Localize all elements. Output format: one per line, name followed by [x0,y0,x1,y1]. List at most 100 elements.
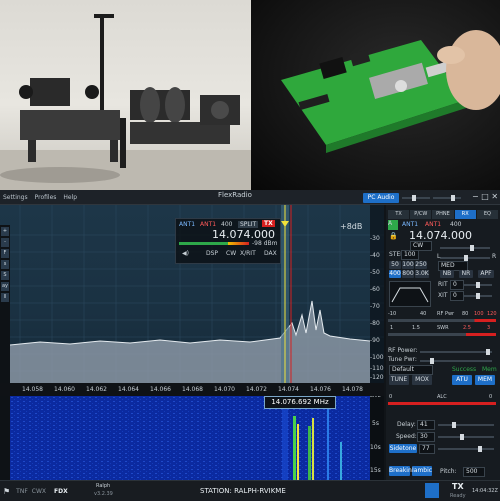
cw-delay-slider[interactable] [438,422,494,428]
swr-scale-1-5: 1.5 [412,325,420,331]
vfo-dax-button[interactable]: DAX [264,250,277,257]
mox-button[interactable]: MOX [412,375,432,385]
freq-tick: 14.062 [86,386,107,393]
pc-audio-volume-slider[interactable] [402,195,430,201]
atu-button[interactable]: ATU [452,375,472,385]
iambic-button[interactable]: Iambic [412,466,432,476]
status-fdx[interactable]: FDX [54,488,68,495]
vfo-dsp-button[interactable]: DSP [206,250,218,257]
filter-50-button[interactable]: 50 [389,261,401,269]
db-tick: -110 [370,365,384,372]
rit-label: RIT [438,281,448,288]
status-ready: Ready [450,493,466,499]
station-name: STATION: RALPH-RVIKME [200,487,286,495]
freq-tick: 14.070 [214,386,235,393]
freq-tick: 14.072 [246,386,267,393]
sidetone-value[interactable]: 77 [419,444,435,454]
rfpwr-scale-80: 80 [462,311,469,317]
status-cwx[interactable]: CWX [32,488,46,495]
filter-250-button[interactable]: 250 [415,261,427,269]
cw-speed-slider[interactable] [438,434,494,440]
rf-power-slider[interactable] [420,349,492,355]
slice-vfo-flag[interactable]: ANT1 ANT1 400 SPLIT TX 14.074.000 -98 dB… [175,218,281,264]
vfo-ant1-tx[interactable]: ANT1 [200,221,216,228]
db-tick: -80 [370,320,380,327]
vfo-xrit-button[interactable]: X/RIT [240,250,256,257]
freq-tick: 14.076 [310,386,331,393]
apf-button[interactable]: APF [478,270,494,278]
filter-shape-display[interactable] [389,281,431,307]
lock-icon[interactable]: 🔒 [389,232,398,240]
cw-delay-value[interactable]: 41 [417,420,435,430]
zoom-out-button[interactable]: - [1,238,9,247]
rit-slider[interactable] [464,282,492,288]
panel-ant1-rx[interactable]: ANT1 [402,221,418,228]
filter-400-button[interactable]: 400 [389,270,401,278]
vfo-ant1-rx[interactable]: ANT1 [179,221,195,228]
rx-gain-label[interactable]: +8dB [340,222,362,231]
audio-pan-slider[interactable] [440,255,490,261]
db-tick: -90 [370,337,380,344]
alc-meter-label: ALC [437,394,447,400]
zoom-in-button[interactable]: + [1,227,9,236]
db-scale[interactable]: -30 -40 -50 -60 -70 -80 -90 -100 -110 -1… [370,205,384,480]
cw-pitch-value[interactable]: 500 [463,467,485,477]
vfo-tx-button[interactable]: TX [262,220,275,227]
menu-profiles[interactable]: Profiles [35,194,57,201]
tune-button[interactable]: TUNE [389,375,409,385]
db-tick: -40 [370,252,380,259]
historic-transmitter-photo [0,0,251,190]
cw-pitch-label: Pitch: [440,468,457,475]
db-tick: -60 [370,286,380,293]
breakin-button[interactable]: Breakin [389,466,412,476]
freq-tick: 14.066 [150,386,171,393]
atu-success-label: Success [452,366,477,373]
cw-speed-value[interactable]: 30 [417,432,435,442]
filter-100-button[interactable]: 100 [402,261,414,269]
xit-slider[interactable] [464,293,492,299]
frequency-scale[interactable]: 14.058 14.060 14.062 14.064 14.066 14.06… [0,383,384,396]
slice-indicator-a[interactable]: A [388,220,398,230]
speaker-icon[interactable]: ◀) [182,250,189,257]
nr-button[interactable]: NR [459,270,473,278]
nb-button[interactable]: NB [440,270,454,278]
tab-eq[interactable]: EQ [476,210,499,219]
vfo-split-button[interactable]: SPLIT [238,221,259,228]
tool-s-button[interactable]: s [1,260,9,269]
audio-gain-slider[interactable] [440,245,490,251]
status-tnf[interactable]: TNF [16,488,28,495]
xit-value[interactable]: 0 [450,291,464,301]
mem-button[interactable]: MEM [475,375,495,385]
pan-left-label: L [437,253,441,260]
step-value[interactable]: 100 [401,250,419,260]
window-controls[interactable]: − □ ✕ [472,192,498,201]
master-volume-slider[interactable] [433,195,461,201]
sidetone-slider[interactable] [438,446,494,452]
panel-tabs: TX P/CW PHNE RX EQ [388,210,499,219]
tool-ll-button[interactable]: ll [1,293,9,302]
panel-ant1-tx[interactable]: ANT1 [425,221,441,228]
tab-tx[interactable]: TX [388,210,410,219]
tab-pcw[interactable]: P/CW [410,210,432,219]
menu-help[interactable]: Help [63,194,77,201]
filter-3k-button[interactable]: 3.0K [415,270,429,278]
vfo-mode-button[interactable]: CW [226,250,236,257]
tx-profile-select[interactable]: Default [389,365,433,375]
flexradio-logo-text: FlexRadio [218,191,252,199]
menu-settings[interactable]: Settings [3,194,28,201]
pc-audio-button[interactable]: PC Audio [363,193,399,203]
tool-S-button[interactable]: S [1,271,9,280]
rf-power-label: RF Power: [388,347,418,354]
rit-value[interactable]: 0 [450,280,464,290]
tab-rx[interactable]: RX [454,210,476,219]
sidetone-button[interactable]: Sidetone [389,444,417,453]
db-tick: -100 [370,354,384,361]
header-photos [0,0,500,190]
filter-shape-icon [391,287,429,303]
tune-power-slider[interactable] [420,358,492,364]
tool-f-button[interactable]: F [1,249,9,258]
alc-meter-bar [388,402,496,405]
filter-800-button[interactable]: 800 [402,270,414,278]
tool-ay-button[interactable]: ay [1,282,9,291]
tab-phne[interactable]: PHNE [432,210,454,219]
